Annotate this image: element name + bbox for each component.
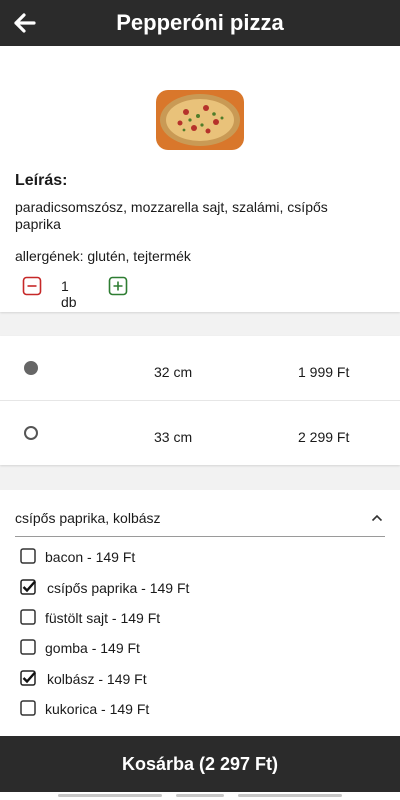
add-to-cart-button[interactable]: Kosárba (2 297 Ft): [0, 736, 400, 792]
chevron-up-icon: [371, 514, 383, 522]
size-options: 32 cm 1 999 Ft 33 cm 2 299 Ft: [0, 336, 400, 465]
app-header: Pepperóni pizza: [0, 0, 400, 46]
description-text: paradicsomszósz, mozzarella sajt, szalám…: [15, 199, 328, 232]
extras-dropdown[interactable]: csípős paprika, kolbász: [15, 500, 385, 537]
extra-label: bacon - 149 Ft: [45, 549, 136, 565]
size-option-32[interactable]: 32 cm 1 999 Ft: [0, 336, 400, 401]
nav-indicator: [58, 794, 162, 797]
radio-unselected-icon[interactable]: [24, 426, 38, 440]
extras-card: csípős paprika, kolbász bacon - 149 Ft c…: [0, 490, 400, 736]
size-price: 1 999 Ft: [298, 364, 350, 380]
extra-label: füstölt sajt - 149 Ft: [45, 610, 161, 626]
description-heading: Leírás:: [15, 172, 68, 189]
size-label: 33 cm: [154, 429, 193, 445]
quantity-value: 1 db: [61, 278, 77, 310]
pizza-image: [156, 90, 244, 150]
decrease-quantity-button[interactable]: [22, 276, 42, 296]
size-label: 32 cm: [154, 364, 193, 380]
extras-selected-summary: csípős paprika, kolbász: [15, 510, 161, 526]
checkbox-unchecked-icon[interactable]: [20, 548, 36, 564]
extra-label: kukorica - 149 Ft: [45, 701, 150, 717]
checkbox-checked-icon[interactable]: [20, 579, 36, 595]
extra-label: gomba - 149 Ft: [45, 640, 140, 656]
checkbox-unchecked-icon[interactable]: [20, 700, 36, 716]
nav-indicator: [176, 794, 224, 797]
checkbox-unchecked-icon[interactable]: [20, 609, 36, 625]
size-price: 2 299 Ft: [298, 429, 350, 445]
minus-square-icon: [22, 276, 42, 296]
plus-square-icon: [108, 276, 128, 296]
system-nav-bar: [0, 792, 400, 800]
size-option-33[interactable]: 33 cm 2 299 Ft: [0, 401, 400, 465]
allergens-text: allergének: glutén, tejtermék: [15, 248, 191, 264]
increase-quantity-button[interactable]: [108, 276, 128, 296]
extra-label: csípős paprika - 149 Ft: [47, 580, 190, 596]
checkbox-unchecked-icon[interactable]: [20, 639, 36, 655]
radio-selected-icon[interactable]: [24, 361, 38, 375]
nav-indicator: [238, 794, 342, 797]
page-title: Pepperóni pizza: [116, 10, 284, 35]
extra-label: kolbász - 149 Ft: [47, 671, 147, 687]
checkbox-checked-icon[interactable]: [20, 670, 36, 686]
product-card: Leírás: paradicsomszósz, mozzarella sajt…: [0, 46, 400, 312]
